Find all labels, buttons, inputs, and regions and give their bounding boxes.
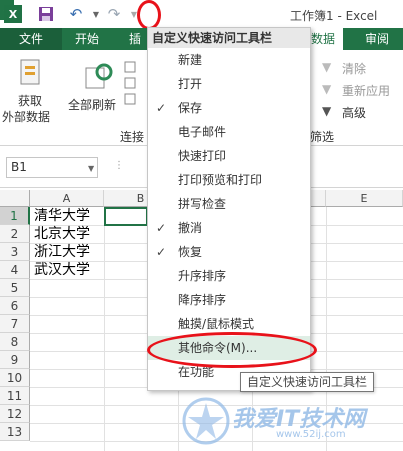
menu-header: 自定义快速访问工具栏 [148,28,310,48]
formula-bar-grip-icon[interactable]: ⋮ [114,160,124,171]
highlight-ring [137,0,161,30]
menu-item-label: 升序排序 [178,269,227,283]
menu-item[interactable]: 新建 [148,48,310,72]
watermark-logo: 我爱IT技术网 www.52ij.com [180,395,400,447]
undo-dropdown-icon[interactable]: ▼ [86,4,106,24]
clear-filter-icon[interactable]: ▼ [322,60,331,74]
cell-a3[interactable]: 浙江大学 [34,243,90,261]
menu-item-label: 撤消 [178,221,203,235]
highlight-ring [147,332,317,368]
filter-group-label: 筛选 [310,130,335,144]
refresh-all-icon[interactable] [84,62,114,93]
redo-icon[interactable]: ↷ [104,4,124,24]
cell-a2[interactable]: 北京大学 [34,225,90,243]
column-gridline [104,207,105,451]
menu-item-label: 快速打印 [178,149,227,163]
menu-item-label: 拼写检查 [178,197,227,211]
checkmark-icon: ✓ [156,101,167,115]
row-header-8[interactable]: 8 [0,333,30,351]
save-icon[interactable] [36,4,56,24]
select-all-corner[interactable] [0,190,30,207]
menu-item-label: 降序排序 [178,293,227,307]
name-box[interactable]: B1 [6,157,98,178]
connections-group-label: 连接 [120,130,145,144]
row-header-10[interactable]: 10 [0,369,30,387]
row-header-2[interactable]: 2 [0,225,30,243]
get-data-label-1[interactable]: 获取 [18,92,42,109]
undo-icon[interactable]: ↶ [66,4,86,24]
menu-item[interactable]: ✓ 撤消 [148,216,310,240]
menu-item[interactable]: 降序排序 [148,288,310,312]
reapply-label[interactable]: 重新应用 [342,82,390,99]
reapply-icon[interactable]: ▼ [322,82,331,96]
window-title: 工作簿1 - Excel [290,9,378,23]
tab-file[interactable]: 文件 [0,28,62,50]
row-header-11[interactable]: 11 [0,387,30,405]
menu-item[interactable]: 电子邮件 [148,120,310,144]
row-header-13[interactable]: 13 [0,423,30,441]
tooltip: 自定义快速访问工具栏 [240,372,375,392]
tab-home[interactable]: 开始 [67,28,107,50]
row-header-12[interactable]: 12 [0,405,30,423]
menu-item-label: 恢复 [178,245,203,259]
row-header-9[interactable]: 9 [0,351,30,369]
checkmark-icon: ✓ [156,221,167,235]
menu-item-label: 保存 [178,101,203,115]
column-header-a[interactable]: A [30,190,104,207]
row-header-3[interactable]: 3 [0,243,30,261]
menu-item-label: 电子邮件 [178,125,227,139]
row-header-7[interactable]: 7 [0,315,30,333]
row-header-4[interactable]: 4 [0,261,30,279]
menu-item[interactable]: ✓ 恢复 [148,240,310,264]
tab-insert[interactable]: 插 [121,28,149,50]
name-box-dropdown-icon[interactable]: ▼ [88,164,94,173]
menu-item[interactable]: ✓ 保存 [148,96,310,120]
column-header-e[interactable]: E [326,190,403,207]
connections-icon[interactable] [124,60,138,111]
advanced-filter-icon[interactable]: ▼ [322,104,331,118]
menu-item-label: 打开 [178,77,203,91]
row-header-1[interactable]: 1 [0,207,30,225]
cell-a4[interactable]: 武汉大学 [34,261,90,279]
tab-review[interactable]: 审阅 [357,28,397,50]
watermark-star-icon [182,397,230,445]
clear-filter-label[interactable]: 清除 [342,60,366,77]
menu-item[interactable]: 打开 [148,72,310,96]
row-header-5[interactable]: 5 [0,279,30,297]
watermark-url: www.52ij.com [276,429,346,440]
menu-item-label: 新建 [178,53,203,67]
refresh-all-label[interactable]: 全部刷新 [68,96,116,113]
menu-item[interactable]: 拼写检查 [148,192,310,216]
menu-item-label: 触摸/鼠标模式 [178,317,255,331]
cell-a1[interactable]: 清华大学 [34,207,90,225]
menu-item-label: 打印预览和打印 [178,173,263,187]
get-external-data-icon[interactable] [18,58,44,91]
title-bar: X ↶ ▼ ↷ ▼ ▼ 工作簿1 - Excel [0,0,403,30]
menu-item[interactable]: 快速打印 [148,144,310,168]
active-cell-b1[interactable] [104,207,148,226]
get-data-label-2[interactable]: 外部数据 [2,108,50,125]
checkmark-icon: ✓ [156,245,167,259]
menu-item[interactable]: 升序排序 [148,264,310,288]
advanced-filter-label[interactable]: 高级 [342,104,366,121]
row-header-6[interactable]: 6 [0,297,30,315]
excel-logo-icon: X [4,5,22,23]
menu-item[interactable]: 打印预览和打印 [148,168,310,192]
